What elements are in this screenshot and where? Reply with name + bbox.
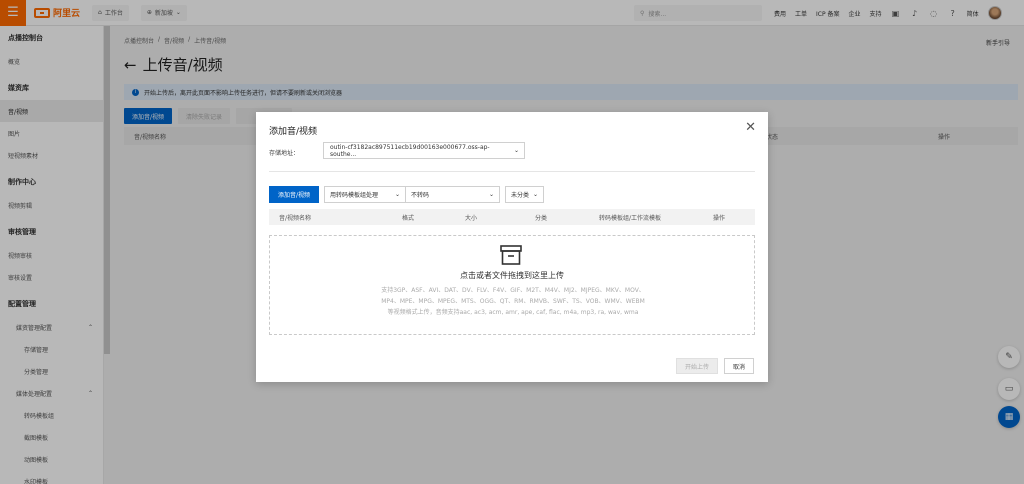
chevron-down-icon: ⌄ (395, 191, 401, 198)
transcode-template-value: 不转码 (411, 192, 430, 199)
col-format: 格式 (402, 215, 415, 222)
category-value: 未分类 (511, 192, 530, 199)
dropzone-text: 点击或者文件拖拽到这里上传 (460, 271, 564, 280)
storage-value: outin-cf3182ac897511ecb19d00163e000677.o… (330, 143, 490, 158)
upload-dropzone[interactable]: 点击或者文件拖拽到这里上传 支持3GP、ASF、AVI、DAT、DV、FLV、F… (269, 235, 755, 335)
col-category: 分类 (535, 215, 548, 222)
divider (269, 171, 755, 172)
dialog-table-header: 音/视频名称 格式 大小 分类 转码模板组/工作流模板 操作 (269, 209, 755, 225)
dialog-footer: 开始上传 取消 (675, 358, 754, 374)
col-operation: 操作 (713, 215, 726, 222)
transcode-mode-select[interactable]: 用转码模板组处理 ⌄ (324, 186, 407, 203)
close-icon[interactable]: ✕ (745, 120, 756, 135)
start-upload-button[interactable]: 开始上传 (675, 358, 718, 374)
chevron-down-icon: ⌄ (489, 191, 495, 198)
transcode-mode-value: 用转码模板组处理 (330, 192, 379, 199)
col-template: 转码模板组/工作流模板 (599, 215, 662, 222)
category-select[interactable]: 未分类 ⌄ (505, 186, 545, 203)
supported-formats: 支持3GP、ASF、AVI、DAT、DV、FLV、F4V、GIF、M2T、M4V… (381, 287, 645, 316)
chevron-down-icon: ⌄ (533, 191, 539, 198)
col-size: 大小 (465, 215, 478, 222)
dialog-add-media-button[interactable]: 添加音/视频 (269, 186, 320, 203)
transcode-template-select[interactable]: 不转码 ⌄ (405, 186, 501, 203)
col-media-name: 音/视频名称 (279, 215, 312, 222)
add-media-dialog: 添加音/视频 ✕ 存储地址： outin-cf3182ac897511ecb19… (256, 112, 768, 382)
storage-label: 存储地址： (269, 150, 300, 157)
dialog-toolbar: 添加音/视频 用转码模板组处理 ⌄ 不转码 ⌄ 未分类 ⌄ (269, 186, 545, 203)
cancel-button[interactable]: 取消 (723, 358, 754, 374)
chevron-down-icon: ⌄ (513, 147, 519, 154)
archive-box-icon (500, 245, 522, 265)
dialog-title: 添加音/视频 (269, 127, 318, 137)
storage-select[interactable]: outin-cf3182ac897511ecb19d00163e000677.o… (323, 142, 525, 159)
